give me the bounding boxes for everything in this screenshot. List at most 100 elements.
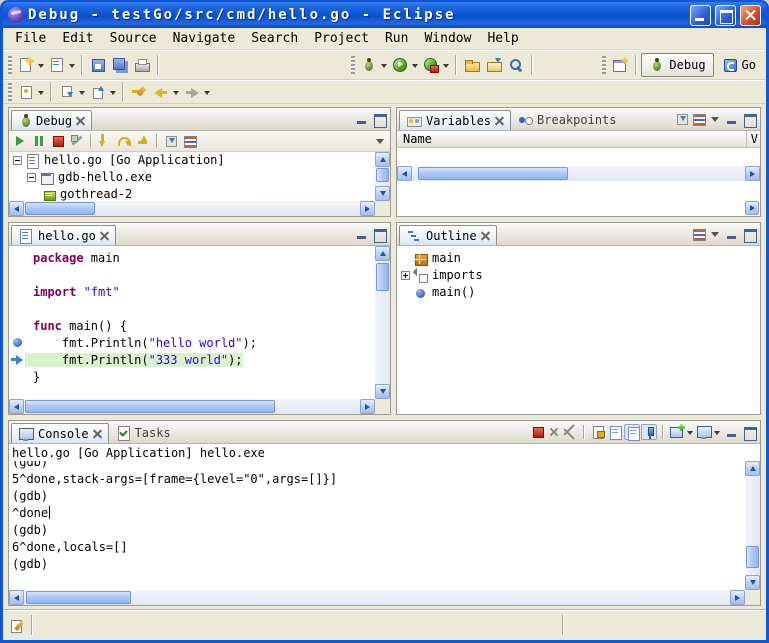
clear-console-button[interactable] bbox=[607, 424, 623, 440]
open-perspective-button[interactable] bbox=[609, 54, 631, 76]
menu-file[interactable]: File bbox=[7, 29, 54, 48]
remove-all-launches-button[interactable] bbox=[562, 425, 578, 439]
step-into-button[interactable] bbox=[97, 133, 113, 149]
step-return-button[interactable] bbox=[135, 133, 151, 149]
menu-project[interactable]: Project bbox=[306, 29, 377, 48]
maximize-view-button[interactable] bbox=[371, 112, 388, 127]
show-console-on-output-button[interactable] bbox=[624, 424, 640, 440]
debug-launch-dropdown[interactable] bbox=[380, 57, 389, 73]
tab-outline[interactable]: Outline bbox=[399, 225, 497, 245]
tab-tasks[interactable]: Tasks bbox=[109, 423, 177, 443]
value-column-header[interactable]: V bbox=[746, 131, 758, 147]
minimize-view-button[interactable] bbox=[353, 227, 370, 242]
editor-vertical-scrollbar[interactable] bbox=[375, 246, 390, 399]
new-go-element-button[interactable] bbox=[46, 54, 68, 76]
show-type-names-button[interactable] bbox=[674, 111, 690, 127]
run-launch-dropdown[interactable] bbox=[411, 57, 420, 73]
menu-source[interactable]: Source bbox=[102, 29, 165, 48]
search-button[interactable] bbox=[505, 54, 527, 76]
scrollbar-thumb[interactable] bbox=[25, 400, 275, 413]
use-step-filters-button[interactable] bbox=[182, 133, 198, 149]
tree-item[interactable]: gothread-2 bbox=[9, 186, 375, 201]
scroll-right-button[interactable] bbox=[360, 399, 375, 414]
maximize-view-button[interactable] bbox=[371, 227, 388, 242]
maximize-button[interactable] bbox=[715, 5, 736, 26]
back-button[interactable] bbox=[150, 81, 172, 103]
close-icon[interactable] bbox=[93, 429, 102, 438]
forward-button[interactable] bbox=[181, 81, 203, 103]
scroll-left-button[interactable] bbox=[9, 201, 24, 216]
view-menu-icon[interactable] bbox=[708, 227, 722, 241]
scroll-up-button[interactable] bbox=[745, 461, 760, 476]
scroll-down-button[interactable] bbox=[745, 575, 760, 590]
scrollbar-thumb[interactable] bbox=[376, 263, 389, 291]
scroll-down-button[interactable] bbox=[375, 384, 390, 399]
close-icon[interactable] bbox=[76, 116, 85, 125]
tab-hello-go[interactable]: hello.go bbox=[11, 225, 116, 245]
terminate-button[interactable] bbox=[50, 133, 66, 149]
menu-run[interactable]: Run bbox=[377, 29, 416, 48]
code-line[interactable]: fmt.Println("hello world"); bbox=[9, 334, 375, 351]
scrollbar-thumb[interactable] bbox=[746, 546, 759, 568]
view-menu-icon[interactable] bbox=[373, 134, 387, 148]
new-wizard-dropdown[interactable] bbox=[37, 57, 46, 73]
display-console-dropdown[interactable] bbox=[713, 424, 722, 440]
expand-icon[interactable] bbox=[401, 271, 410, 280]
scroll-up-button[interactable] bbox=[375, 246, 390, 261]
drop-to-frame-button[interactable] bbox=[163, 133, 179, 149]
open-console-button[interactable] bbox=[669, 424, 685, 440]
code-line[interactable]: } bbox=[9, 368, 375, 385]
maximize-view-button[interactable] bbox=[741, 425, 758, 440]
minimize-button[interactable] bbox=[690, 5, 711, 26]
previous-annotation-button[interactable] bbox=[87, 81, 109, 103]
external-tools-dropdown[interactable] bbox=[442, 57, 451, 73]
run-launch-button[interactable] bbox=[389, 54, 411, 76]
menu-search[interactable]: Search bbox=[243, 29, 306, 48]
toggle-mark-occurrences-button[interactable] bbox=[15, 81, 37, 103]
titlebar[interactable]: Debug - testGo/src/cmd/hello.go - Eclips… bbox=[3, 2, 766, 28]
close-icon[interactable] bbox=[100, 231, 109, 240]
step-over-button[interactable] bbox=[116, 133, 132, 149]
scrollbar-thumb[interactable] bbox=[26, 591, 131, 604]
debug-tree[interactable]: hello.go [Go Application]gdb-hello.exego… bbox=[9, 152, 375, 201]
minimize-view-button[interactable] bbox=[723, 112, 740, 127]
debug-horizontal-scrollbar[interactable] bbox=[9, 201, 390, 216]
new-wizard-button[interactable] bbox=[15, 54, 37, 76]
save-all-button[interactable] bbox=[109, 54, 131, 76]
next-annotation-button[interactable] bbox=[56, 81, 78, 103]
scroll-lock-button[interactable] bbox=[590, 424, 606, 440]
editor-gutter[interactable] bbox=[9, 338, 25, 347]
console-output[interactable]: (gdb)5^done,stack-args=[frame={level="0"… bbox=[9, 461, 745, 590]
close-icon[interactable] bbox=[495, 116, 504, 125]
variables-tree[interactable] bbox=[397, 148, 760, 166]
collapse-icon[interactable] bbox=[27, 173, 36, 182]
back-dropdown[interactable] bbox=[172, 84, 181, 100]
code-editor[interactable]: package mainimport "fmt"func main() { fm… bbox=[9, 246, 375, 399]
open-console-dropdown[interactable] bbox=[686, 424, 695, 440]
scrollbar-thumb[interactable] bbox=[376, 168, 389, 182]
open-task-button[interactable] bbox=[461, 54, 483, 76]
fast-view-icon[interactable] bbox=[9, 617, 25, 633]
forward-dropdown[interactable] bbox=[203, 84, 212, 100]
display-console-button[interactable] bbox=[696, 424, 712, 440]
minimize-view-button[interactable] bbox=[723, 425, 740, 440]
remove-launch-button[interactable] bbox=[547, 425, 561, 439]
scroll-down-button[interactable] bbox=[375, 186, 390, 201]
resume-button[interactable] bbox=[12, 133, 28, 149]
toolbar-grip[interactable] bbox=[8, 56, 12, 74]
code-line[interactable]: import "fmt" bbox=[9, 283, 375, 300]
sort-button[interactable] bbox=[691, 226, 707, 242]
code-line[interactable]: package main bbox=[9, 249, 375, 266]
tree-item[interactable]: main bbox=[397, 250, 760, 267]
mark-occurrences-dropdown[interactable] bbox=[37, 84, 46, 100]
name-column-header[interactable]: Name bbox=[403, 132, 432, 146]
minimize-view-button[interactable] bbox=[353, 112, 370, 127]
next-annotation-dropdown[interactable] bbox=[78, 84, 87, 100]
last-edit-location-button[interactable] bbox=[128, 81, 150, 103]
tab-breakpoints[interactable]: Breakpoints bbox=[511, 110, 622, 130]
close-icon[interactable] bbox=[481, 231, 490, 240]
menu-navigate[interactable]: Navigate bbox=[165, 29, 244, 48]
scrollbar-thumb[interactable] bbox=[25, 202, 95, 215]
console-vertical-scrollbar[interactable] bbox=[745, 461, 760, 590]
close-button[interactable] bbox=[740, 5, 761, 26]
